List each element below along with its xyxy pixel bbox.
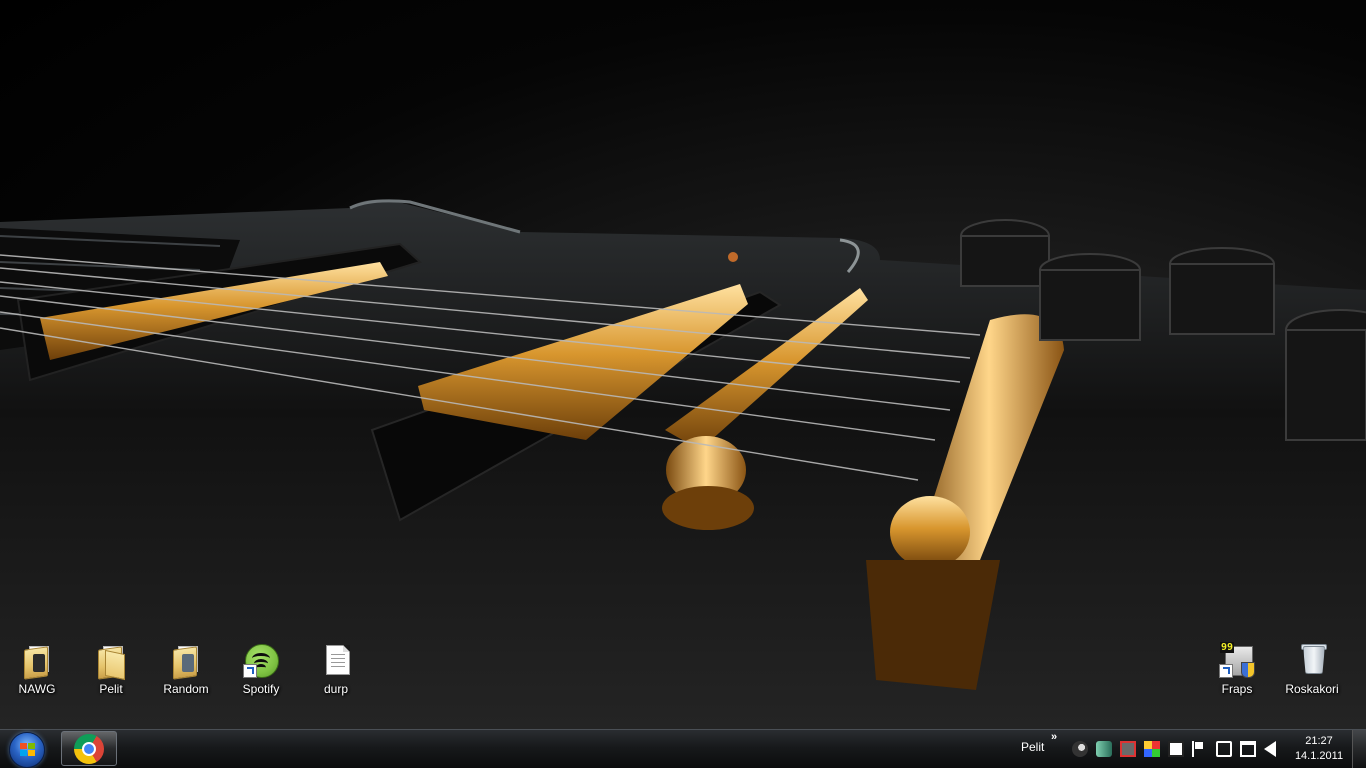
usb-icon[interactable] [1216,741,1232,757]
folder-icon [168,642,204,680]
windows-orb-icon [9,732,45,768]
taskbar: Pelit » 21:27 14.1.2011 [0,729,1366,768]
desktop-icon-fraps[interactable]: 99 Fraps [1202,642,1272,708]
toolbar-pelit-label[interactable]: Pelit [1021,740,1044,754]
clock-date: 14.1.2011 [1294,750,1344,762]
desktop-icon-label: Random [163,682,209,696]
fraps-icon: 99 [1219,642,1255,678]
shortcut-arrow-icon [243,664,257,678]
text-document-icon [318,642,354,678]
desktop-icon-pelit[interactable]: Pelit [76,642,146,708]
uac-shield-icon [1241,662,1255,678]
clock[interactable]: 21:27 14.1.2011 [1290,734,1348,764]
fraps-fps-badge: 99 [1220,642,1235,653]
show-desktop-button[interactable] [1352,730,1366,768]
chrome-icon [74,734,104,764]
desktop-icon-label: durp [323,682,349,696]
volume-icon[interactable] [1264,741,1276,757]
network-blocked-icon[interactable] [1120,741,1136,757]
desktop-icon-nawg[interactable]: NAWG [2,642,72,708]
start-button[interactable] [6,732,48,768]
desktop-icon-label: Spotify [242,682,280,696]
desktop-icon-label: Roskakori [1285,682,1339,696]
desktop-icon-recycle-bin[interactable]: Roskakori [1277,642,1347,708]
recycle-bin-icon [1294,642,1330,678]
desktop-icon-label: Fraps [1221,682,1253,696]
toolbar-chevron-icon[interactable]: » [1051,731,1057,743]
taskbar-button-chrome[interactable] [61,731,117,766]
folder-icon [19,642,55,680]
desktop[interactable]: NAWG Pelit Random Spotify durp 99 Fraps … [0,0,1366,729]
steam-icon[interactable] [1072,741,1088,757]
desktop-icon-spotify[interactable]: Spotify [226,642,296,708]
action-center-flag-icon[interactable] [1195,742,1203,749]
guitar-wallpaper [0,199,1366,729]
desktop-icon-label: Pelit [99,682,123,696]
desktop-icon-random[interactable]: Random [151,642,221,708]
spotify-icon [243,642,279,678]
clock-time: 21:27 [1305,735,1333,747]
desktop-icon-durp[interactable]: durp [301,642,371,708]
app-icon[interactable] [1096,741,1112,757]
shortcut-arrow-icon [1219,664,1233,678]
colorful-app-icon[interactable] [1144,741,1160,757]
desktop-icon-label: NAWG [18,682,56,696]
folder-icon [93,642,129,681]
network-icon[interactable] [1240,741,1256,757]
monitor-icon[interactable] [1168,741,1184,757]
